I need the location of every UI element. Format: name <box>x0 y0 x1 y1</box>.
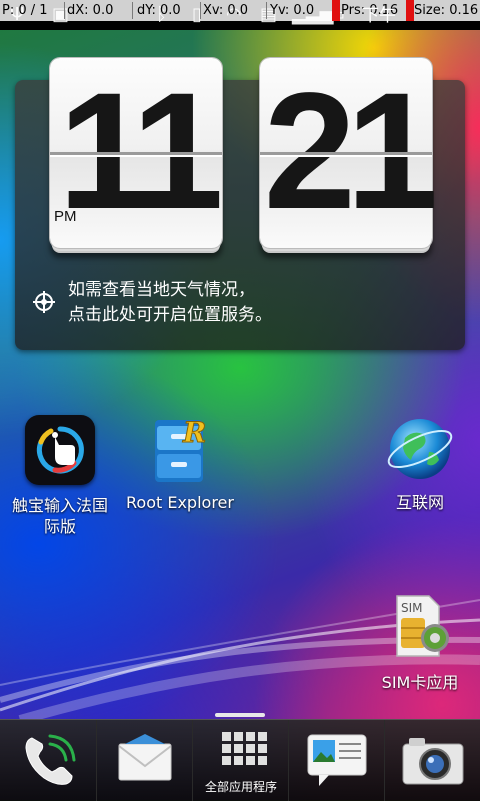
separator <box>200 2 201 19</box>
pointer-yv: Yv: 0.0 <box>270 3 315 18</box>
camera-icon <box>402 738 464 785</box>
mail-icon <box>118 734 172 781</box>
dock-messages-button[interactable] <box>96 720 193 801</box>
flip-divider-highlight <box>260 155 432 157</box>
pressure-indicator <box>332 0 340 21</box>
gallery-icon <box>307 734 367 786</box>
pointer-dx: dX: 0.0 <box>67 3 114 18</box>
separator <box>266 2 267 19</box>
separator <box>64 2 65 19</box>
dock-phone-button[interactable] <box>0 720 96 801</box>
location-target-icon <box>33 291 55 313</box>
globe-icon <box>383 412 457 486</box>
dock-camera-button[interactable] <box>384 720 480 801</box>
status-time-period: 下午 <box>362 6 396 26</box>
weather-message-line1: 如需查看当地天气情况， <box>68 280 255 300</box>
svg-text:R: R <box>182 416 206 449</box>
dock: 全部应用程序 <box>0 719 480 801</box>
flip-divider-highlight <box>50 155 222 157</box>
pointer-size: Size: 0.16 <box>414 3 479 18</box>
dock-handle[interactable] <box>215 713 265 717</box>
separator <box>132 2 133 19</box>
app-grid-icon <box>222 732 267 772</box>
clock-period: PM <box>54 208 77 225</box>
app-chubao-keyboard[interactable]: 触宝输入法国 际版 <box>0 412 120 537</box>
app-root-explorer-label: Root Explorer <box>126 493 234 512</box>
app-sim-toolkit[interactable]: SIM SIM卡应用 <box>360 592 480 693</box>
dock-gallery-button[interactable] <box>288 720 385 801</box>
pointer-count: P: 0 / 1 <box>2 3 48 18</box>
pointer-xv: Xv: 0.0 <box>203 3 249 18</box>
minute-flip-card: 21 <box>260 58 438 248</box>
size-indicator <box>406 0 414 21</box>
app-internet[interactable]: 互联网 <box>360 412 480 513</box>
app-internet-label: 互联网 <box>395 493 444 512</box>
status-bar: Ψ ▣ ᛒ ▯ ◠ ▤ ▂▃▅ ▭ P: 0 / 1 dX: 0.0 dY: 0… <box>0 0 480 30</box>
app-root-explorer[interactable]: R Root Explorer <box>120 412 240 513</box>
weather-message-line2: 点击此处可开启位置服务。 <box>68 305 272 325</box>
sim-card-icon: SIM <box>383 592 457 666</box>
pointer-location-overlay: P: 0 / 1 dX: 0.0 dY: 0.0 Xv: 0.0 Yv: 0.0… <box>0 0 480 21</box>
app-chubao-label-line2: 际版 <box>43 517 76 536</box>
weather-message: 如需查看当地天气情况， 点击此处可开启位置服务。 <box>68 278 272 328</box>
app-sim-label: SIM卡应用 <box>381 673 459 692</box>
svg-text:SIM: SIM <box>401 601 423 615</box>
root-explorer-icon: R <box>143 412 217 486</box>
app-chubao-label-line1: 触宝输入法国 <box>11 496 108 515</box>
dock-all-apps-button[interactable]: 全部应用程序 <box>192 720 289 801</box>
chubao-keyboard-icon <box>25 415 95 485</box>
hour-flip-card: 11 PM <box>50 58 224 248</box>
phone-icon <box>25 734 76 785</box>
pointer-dy: dY: 0.0 <box>137 3 181 18</box>
all-apps-label: 全部应用程序 <box>204 780 277 794</box>
